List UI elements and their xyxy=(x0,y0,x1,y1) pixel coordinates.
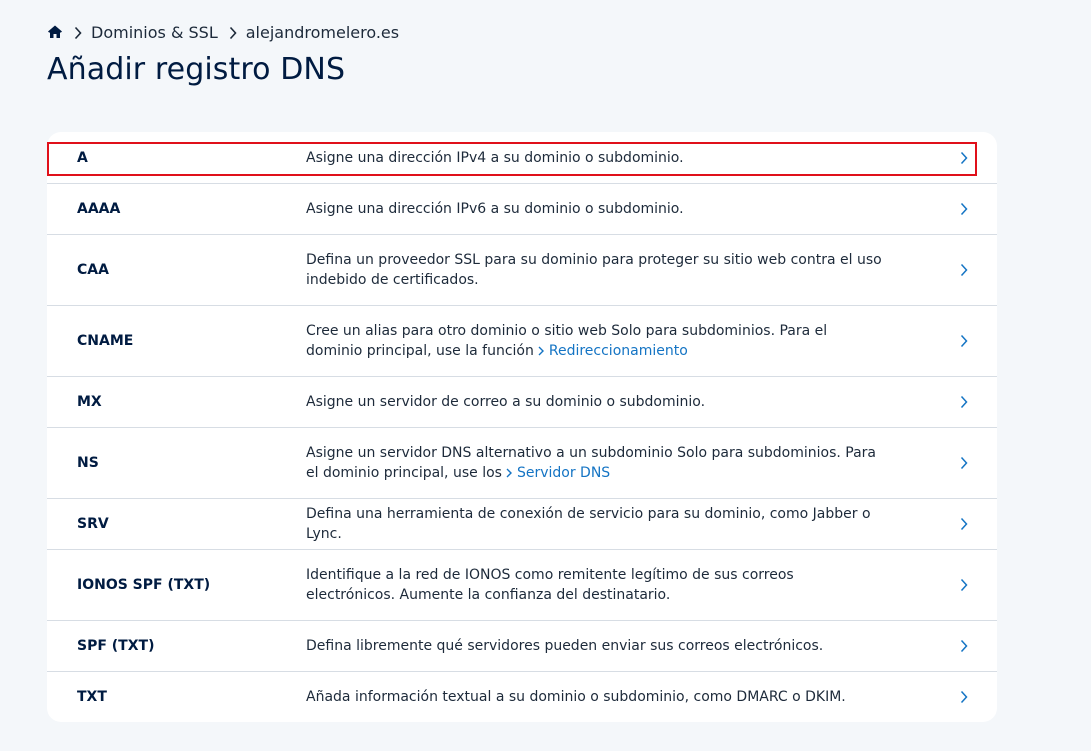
record-description: Asigne un servidor de correo a su domini… xyxy=(306,394,706,410)
record-description: Identifique a la red de IONOS como remit… xyxy=(306,567,794,603)
record-description: Asigne un servidor DNS alternativo a un … xyxy=(306,443,886,483)
record-type-label: MX xyxy=(77,394,102,410)
redirect-link[interactable]: Redireccionamiento xyxy=(549,343,688,359)
chevron-right-icon xyxy=(73,25,83,40)
record-row-ionos-spf[interactable]: IONOS SPF (TXT) Identifique a la red de … xyxy=(47,549,997,620)
record-type-label: SPF (TXT) xyxy=(77,638,155,654)
breadcrumb-item-domains[interactable]: Dominios & SSL xyxy=(91,23,218,42)
chevron-right-icon xyxy=(960,263,968,277)
record-type-label: NS xyxy=(77,455,99,471)
chevron-right-icon xyxy=(960,395,968,409)
chevron-right-icon xyxy=(960,456,968,470)
chevron-right-icon xyxy=(960,578,968,592)
record-type-label: CAA xyxy=(77,262,109,278)
record-row-a[interactable]: A Asigne una dirección IPv4 a su dominio… xyxy=(47,132,997,183)
record-row-cname[interactable]: CNAME Cree un alias para otro dominio o … xyxy=(47,305,997,376)
record-description: Asigne una dirección IPv6 a su dominio o… xyxy=(306,201,684,217)
chevron-right-icon xyxy=(960,690,968,704)
record-description: Cree un alias para otro dominio o sitio … xyxy=(306,321,886,361)
chevron-right-icon xyxy=(960,639,968,653)
record-description: Defina un proveedor SSL para su dominio … xyxy=(306,252,882,288)
record-type-label: CNAME xyxy=(77,333,134,349)
record-description: Asigne una dirección IPv4 a su dominio o… xyxy=(306,149,684,166)
record-row-spf[interactable]: SPF (TXT) Defina libremente qué servidor… xyxy=(47,620,997,671)
record-type-label: AAAA xyxy=(77,201,121,217)
record-row-mx[interactable]: MX Asigne un servidor de correo a su dom… xyxy=(47,376,997,427)
record-row-txt[interactable]: TXT Añada información textual a su domin… xyxy=(47,671,997,722)
chevron-right-icon xyxy=(228,25,238,40)
record-description: Defina libremente qué servidores pueden … xyxy=(306,638,824,654)
record-row-ns[interactable]: NS Asigne un servidor DNS alternativo a … xyxy=(47,427,997,498)
record-type-label: SRV xyxy=(77,516,109,532)
record-row-srv[interactable]: SRV Defina una herramienta de conexión d… xyxy=(47,498,997,549)
record-description: Añada información textual a su dominio o… xyxy=(306,689,846,705)
record-type-label: TXT xyxy=(77,689,107,705)
chevron-right-icon xyxy=(960,151,968,164)
record-row-caa[interactable]: CAA Defina un proveedor SSL para su domi… xyxy=(47,234,997,305)
chevron-right-icon xyxy=(538,346,544,356)
dns-record-type-list: A Asigne una dirección IPv4 a su dominio… xyxy=(47,132,997,722)
chevron-right-icon xyxy=(960,202,968,216)
record-type-label: A xyxy=(77,149,88,166)
chevron-right-icon xyxy=(960,517,968,531)
page-title: Añadir registro DNS xyxy=(47,52,346,87)
chevron-right-icon xyxy=(960,334,968,348)
record-row-aaaa[interactable]: AAAA Asigne una dirección IPv6 a su domi… xyxy=(47,183,997,234)
home-icon[interactable] xyxy=(47,24,63,40)
record-type-label: IONOS SPF (TXT) xyxy=(77,577,211,593)
dns-server-link[interactable]: Servidor DNS xyxy=(517,465,610,481)
breadcrumb: Dominios & SSL alejandromelero.es xyxy=(47,20,399,44)
breadcrumb-item-domain[interactable]: alejandromelero.es xyxy=(246,23,399,42)
record-description: Defina una herramienta de conexión de se… xyxy=(306,506,871,542)
chevron-right-icon xyxy=(506,468,512,478)
